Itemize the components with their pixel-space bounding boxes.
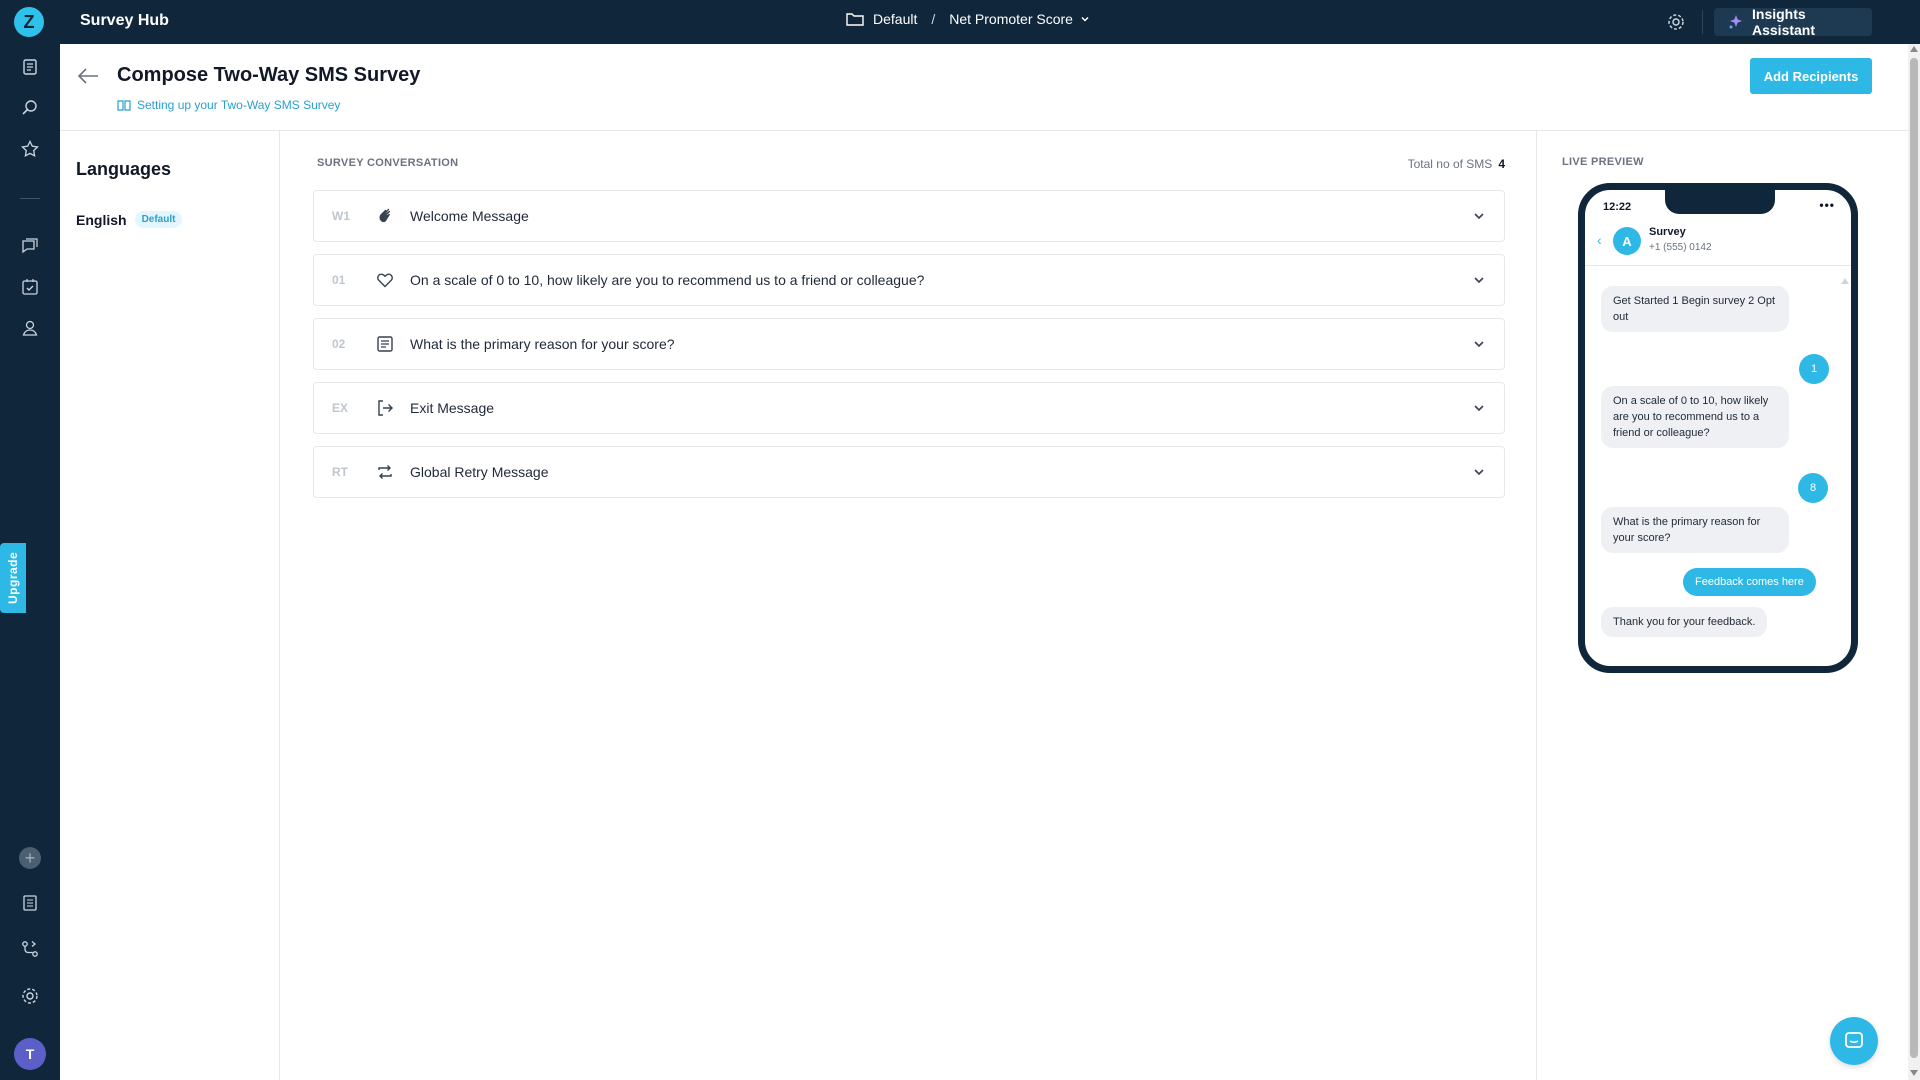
total-sms-value: 4: [1498, 157, 1505, 171]
tasks-icon[interactable]: [20, 277, 40, 297]
scrollbar-thumb[interactable]: [1910, 58, 1918, 1058]
app-logo[interactable]: Z: [14, 7, 44, 37]
row-code: 02: [332, 337, 346, 351]
row-code: W1: [332, 209, 350, 223]
chat-icon[interactable]: [20, 236, 40, 256]
contact-avatar: A: [1613, 227, 1641, 255]
row-title: Welcome Message: [410, 208, 529, 224]
message-bubble: 1: [1799, 354, 1829, 384]
folder-icon: [846, 13, 864, 26]
row-code: EX: [332, 401, 349, 415]
more-icon: •••: [1819, 198, 1835, 212]
message-bubble: Thank you for your feedback.: [1601, 607, 1768, 637]
scroll-up-icon: [1841, 278, 1849, 284]
chevron-down-icon[interactable]: [1472, 337, 1486, 351]
contact-number: +1 (555) 0142: [1649, 242, 1712, 253]
total-sms-label: Total no of SMS: [1407, 157, 1493, 171]
surveys-icon[interactable]: [20, 57, 40, 77]
language-item[interactable]: English Default: [76, 211, 183, 228]
row-code: 01: [332, 273, 346, 287]
star-icon[interactable]: [20, 139, 40, 159]
chevron-down-icon[interactable]: [1472, 273, 1486, 287]
settings-icon[interactable]: [20, 986, 40, 1006]
live-preview-panel: LIVE PREVIEW 12:22 ••• ‹ A Survey +1 (55…: [1538, 131, 1908, 1080]
gear-icon[interactable]: [1666, 12, 1686, 32]
breadcrumb: Default / Net Promoter Score: [846, 11, 1091, 27]
default-badge: Default: [134, 211, 183, 228]
help-link[interactable]: Setting up your Two-Way SMS Survey: [117, 98, 340, 112]
insights-assistant-label: Insights Assistant: [1752, 6, 1816, 38]
survey-conversation-label: SURVEY CONVERSATION: [317, 157, 459, 169]
phone-chat-header: ‹ A Survey +1 (555) 0142: [1585, 222, 1851, 266]
insights-assistant-button[interactable]: Insights Assistant: [1714, 6, 1872, 38]
language-name: English: [76, 211, 127, 228]
conversation-row-question-1[interactable]: 01 On a scale of 0 to 10, how likely are…: [313, 254, 1505, 306]
message-bubble: What is the primary reason for your scor…: [1601, 507, 1789, 553]
survey-conversation-panel: SURVEY CONVERSATION Total no of SMS 4 W1 …: [281, 131, 1537, 1080]
message-bubble: Get Started 1 Begin survey 2 Opt out: [1601, 286, 1789, 332]
user-avatar[interactable]: T: [14, 1038, 46, 1070]
phone-preview: 12:22 ••• ‹ A Survey +1 (555) 0142 Get S…: [1578, 183, 1858, 673]
chevron-down-icon[interactable]: [1472, 465, 1486, 479]
row-code: RT: [332, 465, 348, 479]
conversation-row-welcome[interactable]: W1 Welcome Message: [313, 190, 1505, 242]
top-bar: Z Survey Hub Default / Net Promoter Scor…: [0, 0, 1920, 44]
heart-icon: [377, 273, 393, 288]
languages-heading: Languages: [76, 159, 172, 179]
phone-time: 12:22: [1603, 201, 1632, 213]
add-recipients-button[interactable]: Add Recipients: [1750, 58, 1872, 94]
row-title: What is the primary reason for your scor…: [410, 336, 675, 352]
chevron-left-icon: ‹: [1597, 232, 1602, 248]
page-scrollbar[interactable]: [1908, 44, 1920, 1080]
page-header: Compose Two-Way SMS Survey Setting up yo…: [60, 44, 1908, 131]
message-bubble: 8: [1798, 473, 1828, 503]
divider: [1702, 10, 1703, 34]
retry-icon: [378, 465, 392, 479]
conversation-row-exit[interactable]: EX Exit Message: [313, 382, 1505, 434]
conversation-list: W1 Welcome Message 01 On a scale of 0 to…: [313, 190, 1505, 510]
back-arrow-icon[interactable]: [76, 66, 100, 86]
support-chat-button[interactable]: [1830, 1017, 1878, 1065]
breadcrumb-folder[interactable]: Default: [873, 11, 917, 27]
page-title: Compose Two-Way SMS Survey: [117, 64, 421, 86]
scroll-up-arrow[interactable]: [1910, 46, 1918, 52]
chevron-down-icon[interactable]: [1472, 209, 1486, 223]
help-link-label: Setting up your Two-Way SMS Survey: [137, 98, 341, 112]
integrations-icon[interactable]: [20, 939, 40, 959]
phone-notch: [1665, 190, 1775, 214]
text-box-icon: [377, 336, 393, 352]
book-icon: [117, 100, 131, 111]
row-title: Global Retry Message: [410, 464, 549, 480]
message-bubble: On a scale of 0 to 10, how likely are yo…: [1601, 386, 1789, 448]
conversation-row-retry[interactable]: RT Global Retry Message: [313, 446, 1505, 498]
sparkle-icon: [1729, 15, 1742, 29]
chat-bubble-icon: [1845, 1032, 1863, 1048]
row-title: On a scale of 0 to 10, how likely are yo…: [410, 272, 925, 288]
conversation-row-question-2[interactable]: 02 What is the primary reason for your s…: [313, 318, 1505, 370]
app-title: Survey Hub: [80, 12, 169, 29]
breadcrumb-survey[interactable]: Net Promoter Score: [949, 11, 1073, 27]
total-sms-count: Total no of SMS 4: [1408, 157, 1505, 171]
languages-panel: Languages English Default: [60, 131, 280, 1080]
breadcrumb-separator: /: [931, 11, 936, 27]
contact-name: Survey: [1649, 226, 1686, 238]
user-icon[interactable]: [20, 318, 40, 338]
upgrade-tab[interactable]: Upgrade: [0, 543, 26, 613]
exit-icon: [378, 400, 393, 416]
row-title: Exit Message: [410, 400, 495, 416]
message-bubble: Feedback comes here: [1683, 568, 1816, 596]
wave-hand-icon: [379, 208, 391, 223]
search-insights-icon[interactable]: [20, 98, 40, 118]
live-preview-label: LIVE PREVIEW: [1562, 156, 1644, 168]
add-icon[interactable]: +: [19, 847, 41, 869]
rail-divider: [20, 198, 40, 199]
scroll-down-arrow[interactable]: [1910, 1070, 1918, 1076]
library-icon[interactable]: [20, 893, 40, 913]
chevron-down-icon[interactable]: [1472, 401, 1486, 415]
chevron-down-icon[interactable]: [1079, 13, 1091, 25]
